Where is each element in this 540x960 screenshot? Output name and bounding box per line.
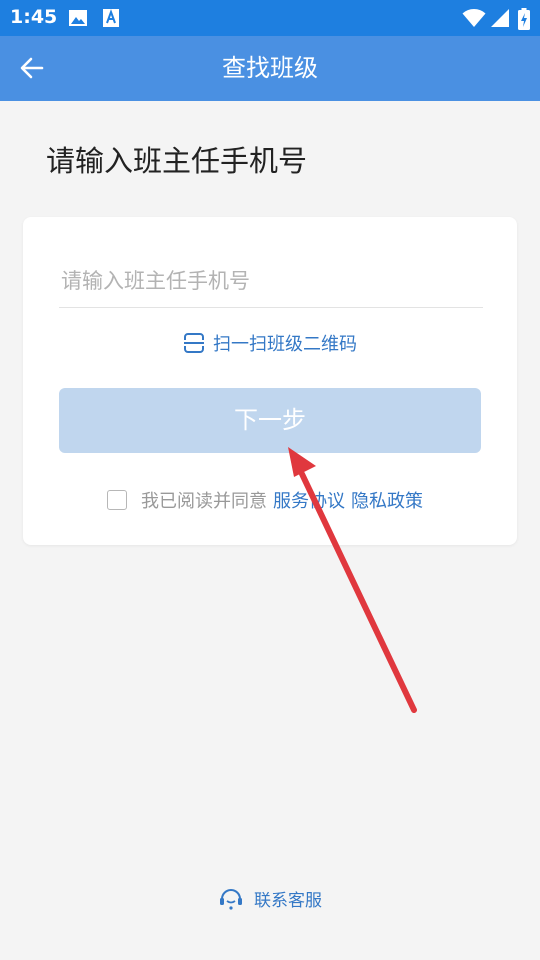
section-heading: 请输入班主任手机号 [46,144,308,178]
agreement-row: 我已阅读并同意 服务协议 隐私政策 [107,487,423,513]
scan-icon [184,333,204,353]
privacy-policy-link[interactable]: 隐私政策 [351,487,423,513]
app-bar: 查找班级 [0,36,540,101]
image-icon [69,10,87,26]
wifi-icon [462,9,486,27]
agreement-checkbox[interactable] [107,490,127,510]
page-title: 查找班级 [222,54,318,82]
headset-icon [220,889,242,910]
status-time: 1:45 [10,6,58,28]
next-button[interactable]: 下一步 [59,388,481,453]
text-a-icon [103,9,119,27]
agreement-text: 我已阅读并同意 [141,491,267,512]
status-bar: 1:45 [0,0,540,36]
scan-label: 扫一扫班级二维码 [213,334,357,355]
support-label: 联系客服 [254,890,322,911]
battery-icon [518,8,530,30]
contact-support-button[interactable]: 联系客服 [0,885,540,911]
phone-input[interactable] [59,255,483,308]
scan-qr-link[interactable]: 扫一扫班级二维码 [23,330,517,356]
signal-icon [491,9,509,27]
service-agreement-link[interactable]: 服务协议 [273,487,345,513]
search-card: 扫一扫班级二维码 下一步 我已阅读并同意 服务协议 隐私政策 [23,217,517,545]
